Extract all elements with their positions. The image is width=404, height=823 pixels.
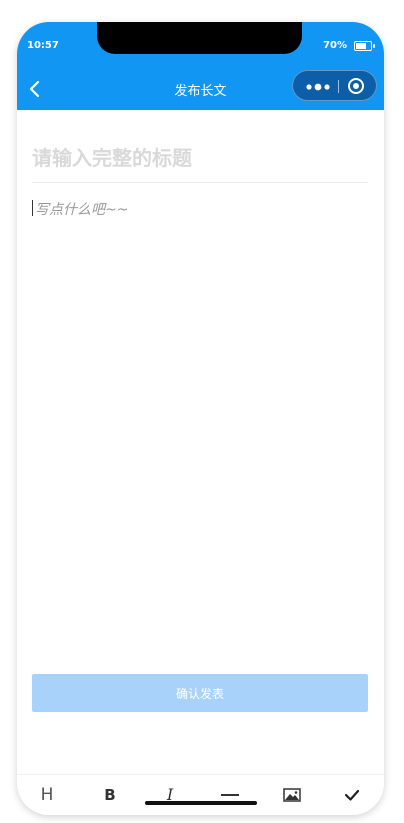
mini-program-capsule: [292, 70, 377, 101]
screen-notch: [97, 22, 302, 54]
status-time: 10:57: [27, 40, 59, 51]
battery-icon: [354, 41, 375, 51]
title-input[interactable]: [32, 138, 368, 178]
battery-percent: 70%: [323, 40, 347, 51]
insert-image-button[interactable]: [282, 783, 302, 807]
content-editor[interactable]: [32, 194, 371, 669]
close-mini-program-icon[interactable]: [347, 77, 365, 95]
confirm-publish-button[interactable]: 确认发表: [32, 674, 368, 712]
capsule-divider: [338, 80, 339, 93]
home-indicator: [145, 801, 257, 805]
heading-button[interactable]: H: [37, 783, 57, 807]
more-icon[interactable]: [303, 79, 335, 93]
bold-button[interactable]: B: [100, 783, 120, 807]
image-icon: [283, 788, 301, 802]
title-divider: [32, 182, 368, 183]
format-toolbar: H B I: [17, 774, 384, 815]
app-header: 10:57 70% 发布长文: [17, 22, 384, 110]
phone-frame: 10:57 70% 发布长文 请输入完整的标题 写点什么吧~~ 确认发表 H B…: [17, 22, 384, 815]
confirm-format-button[interactable]: [342, 783, 362, 807]
checkmark-icon: [344, 789, 360, 801]
